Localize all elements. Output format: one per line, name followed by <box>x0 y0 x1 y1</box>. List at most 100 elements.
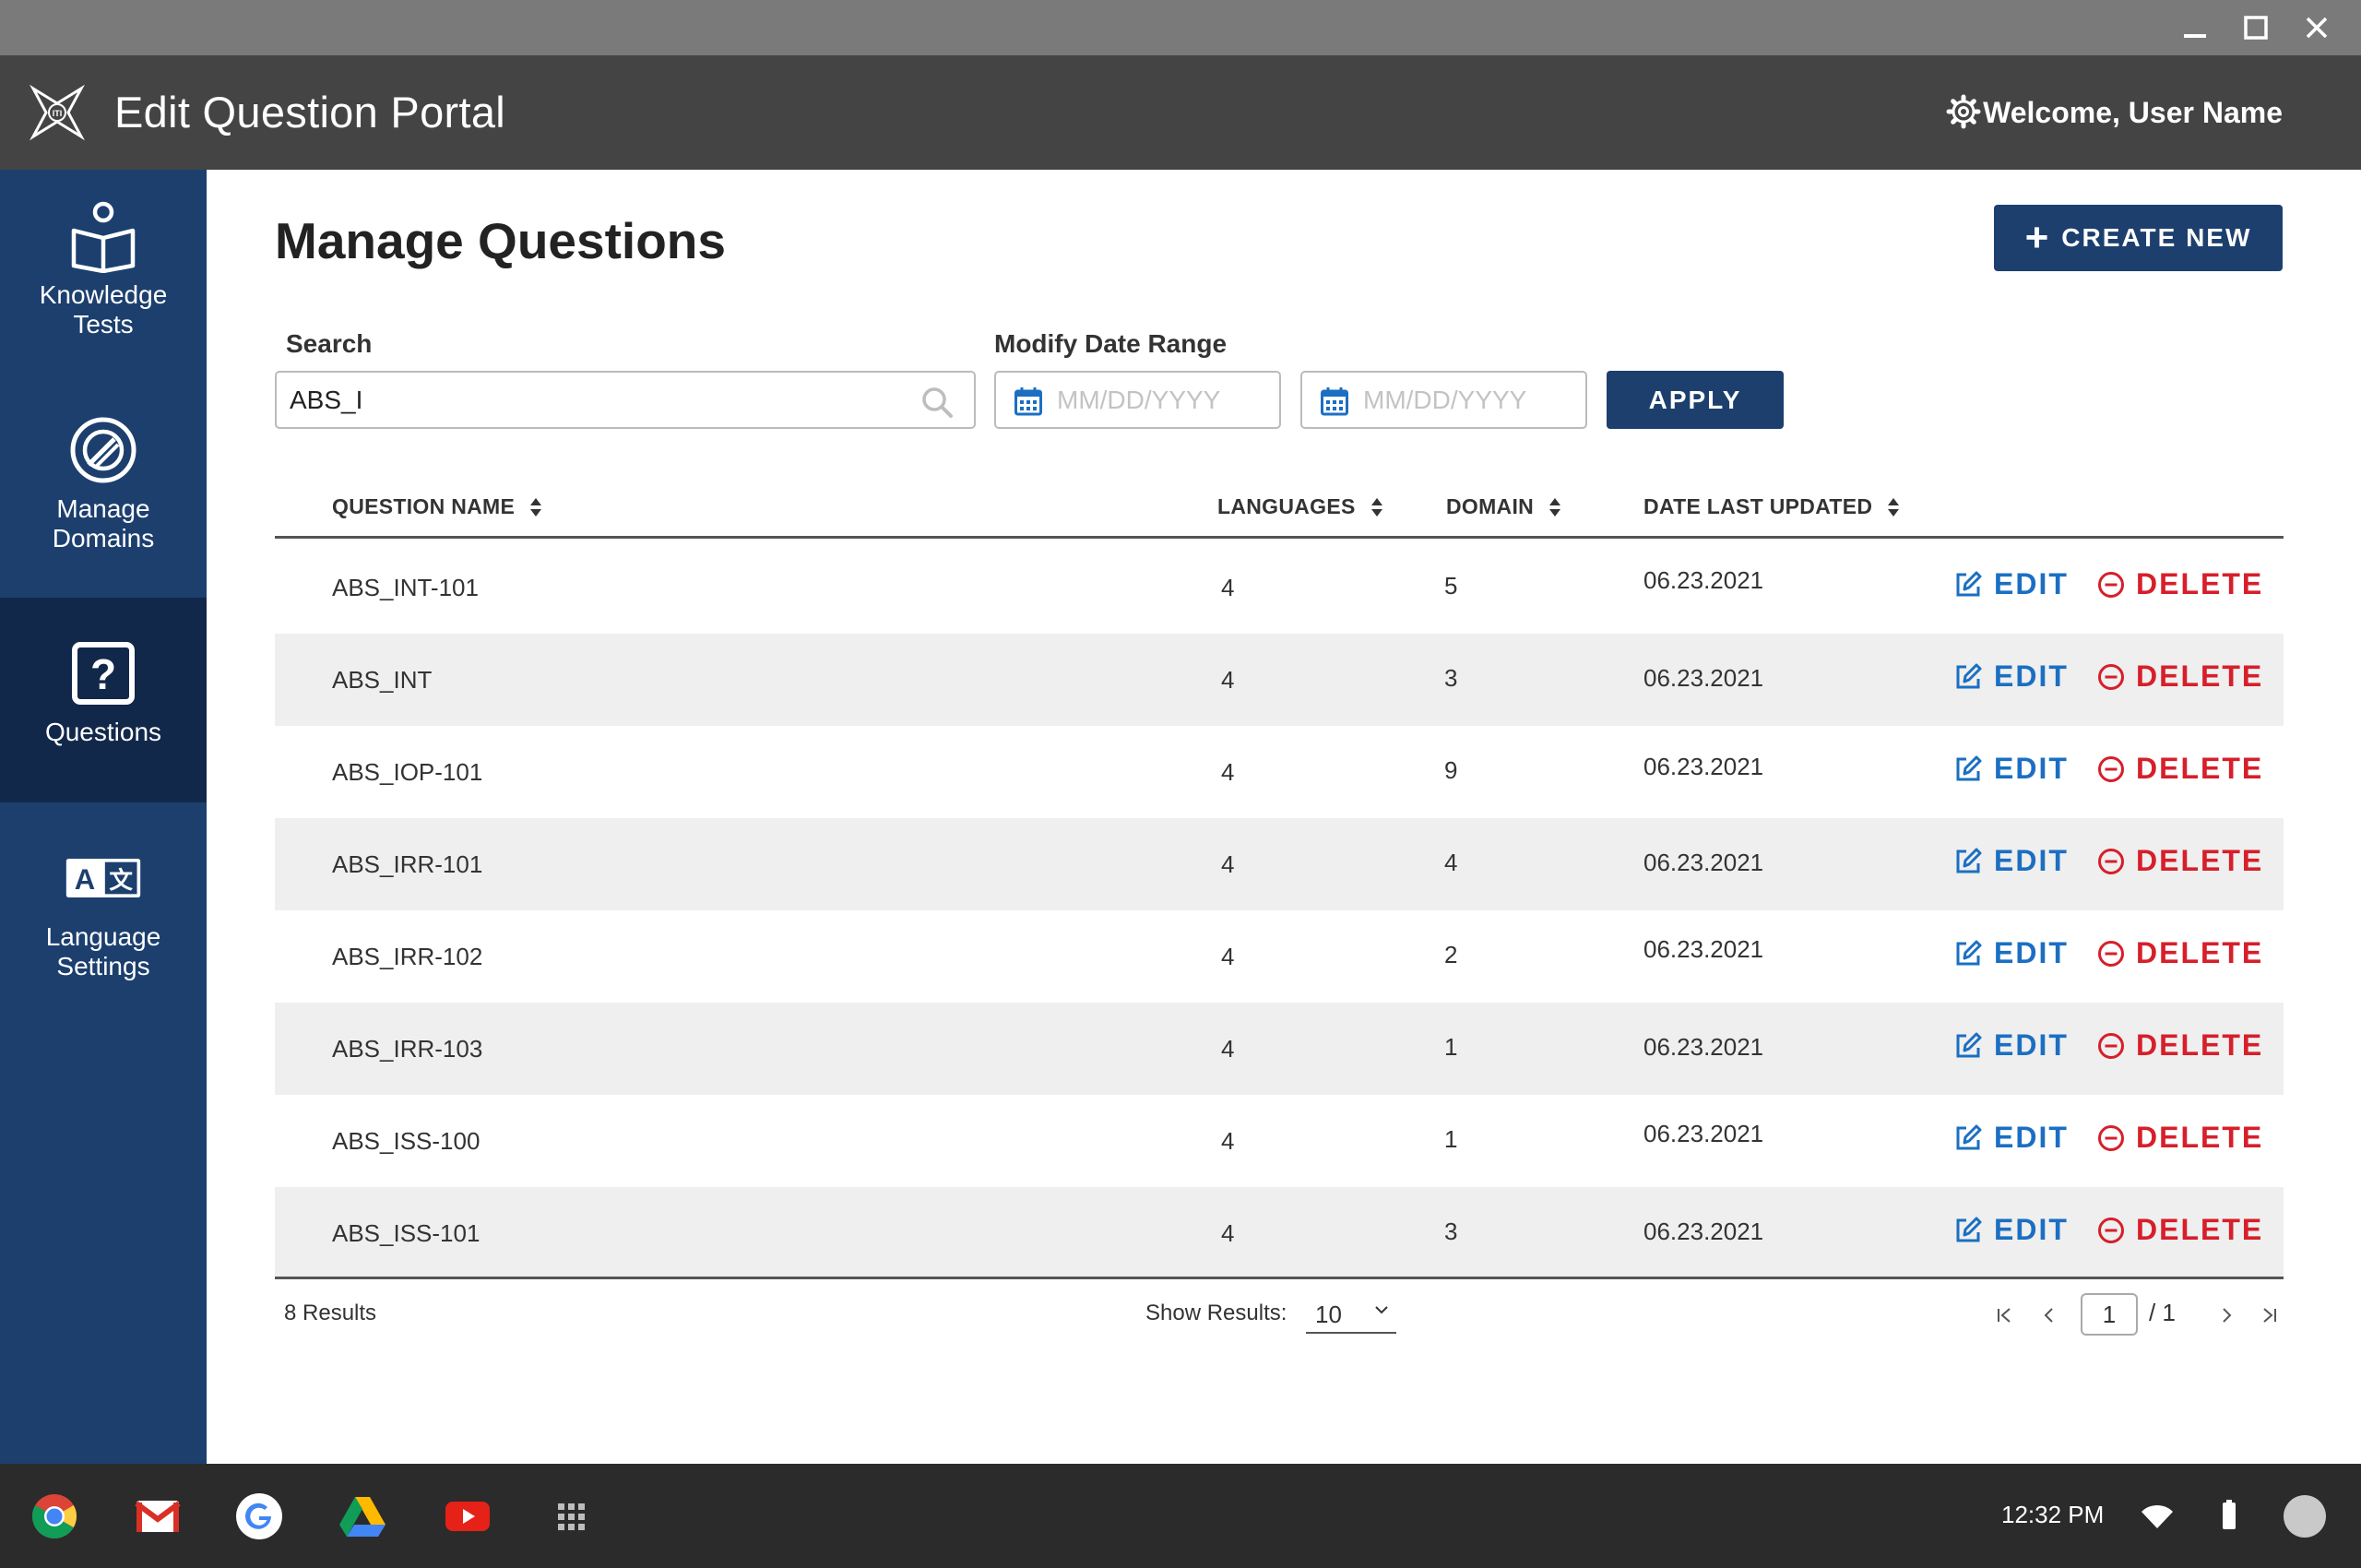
last-page-icon[interactable] <box>2256 1302 2282 1328</box>
edit-icon <box>1956 663 1982 688</box>
next-page-icon[interactable] <box>2213 1302 2239 1328</box>
question-name-cell: ABS_IRR-102 <box>332 943 483 970</box>
maximize-icon[interactable] <box>2237 9 2274 46</box>
edit-label: EDIT <box>1994 1028 2069 1062</box>
clock[interactable]: 12:32 PM <box>2001 1501 2104 1529</box>
edit-label: EDIT <box>1994 659 2069 693</box>
delete-button[interactable]: DELETE <box>2097 1121 2263 1155</box>
delete-button[interactable]: DELETE <box>2097 1028 2263 1063</box>
domain-cell: 1 <box>1444 1033 1458 1061</box>
os-taskbar: 12:32 PM <box>0 1464 2361 1568</box>
sidebar-item-label: Language Settings <box>45 922 161 980</box>
domain-cell: 4 <box>1444 849 1458 876</box>
create-new-button[interactable]: + CREATE NEW <box>1994 205 2283 271</box>
table-row: ABS_IRR-102 4 2 06.23.2021 EDIT DELETE <box>275 910 2284 1003</box>
edit-button[interactable]: EDIT <box>1953 936 2069 970</box>
minus-circle-icon <box>2098 1124 2124 1151</box>
search-icon[interactable] <box>920 386 954 419</box>
previous-page-icon[interactable] <box>2036 1302 2062 1328</box>
svg-text:文: 文 <box>109 867 133 895</box>
question-name-cell: ABS_ISS-100 <box>332 1127 481 1155</box>
column-header-languages[interactable]: LANGUAGES <box>1217 494 1383 519</box>
delete-label: DELETE <box>2136 844 2264 877</box>
page-title: Manage Questions <box>275 212 726 269</box>
show-results-select[interactable]: 10 <box>1306 1293 1396 1334</box>
search-field[interactable] <box>275 371 976 429</box>
date-cell: 06.23.2021 <box>1643 566 1764 594</box>
table-row: ABS_IRR-103 4 1 06.23.2021 EDIT DELETE <box>275 1003 2284 1095</box>
minus-circle-icon <box>2098 1032 2124 1059</box>
welcome-user[interactable]: Welcome, User Name <box>1983 92 2283 133</box>
question-box-icon: ? <box>65 635 142 712</box>
edit-button[interactable]: EDIT <box>1953 1121 2069 1155</box>
sort-icon[interactable] <box>1548 497 1561 517</box>
launcher-icon[interactable] <box>546 1491 596 1541</box>
domain-target-icon <box>65 411 142 489</box>
languages-cell: 4 <box>1221 943 1235 970</box>
delete-button[interactable]: DELETE <box>2097 1213 2263 1247</box>
battery-icon[interactable] <box>2221 1499 2237 1530</box>
delete-button[interactable]: DELETE <box>2097 752 2263 786</box>
column-header-domain[interactable]: DOMAIN <box>1446 494 1561 519</box>
calendar-icon[interactable] <box>1014 386 1042 416</box>
page-number-input[interactable]: 1 <box>2081 1293 2138 1336</box>
calendar-icon[interactable] <box>1321 386 1348 416</box>
sort-icon[interactable] <box>1887 497 1900 517</box>
wifi-icon[interactable] <box>2140 1503 2175 1530</box>
end-date-input[interactable] <box>1363 380 1566 421</box>
drive-icon[interactable] <box>338 1491 387 1541</box>
account-avatar[interactable] <box>2284 1495 2326 1538</box>
app-header: ITI Edit Question Portal Welcome, User N… <box>0 55 2361 170</box>
date-cell: 06.23.2021 <box>1643 753 1764 780</box>
edit-icon <box>1956 1124 1982 1149</box>
column-header-question-name[interactable]: QUESTION NAME <box>332 494 542 519</box>
edit-icon <box>1956 1032 1982 1057</box>
sort-icon[interactable] <box>1370 497 1383 517</box>
edit-button[interactable]: EDIT <box>1953 1213 2069 1247</box>
sidebar-item-knowledge-tests[interactable]: Knowledge Tests <box>0 197 207 373</box>
edit-button[interactable]: EDIT <box>1953 844 2069 878</box>
search-input[interactable] <box>290 380 898 421</box>
table-row: ABS_ISS-101 4 3 06.23.2021 EDIT DELETE <box>275 1187 2284 1279</box>
edit-label: EDIT <box>1994 936 2069 969</box>
apply-button[interactable]: APPLY <box>1607 371 1784 429</box>
edit-label: EDIT <box>1994 1121 2069 1154</box>
window-titlebar <box>0 0 2361 55</box>
show-results-label: Show Results: <box>1145 1301 1287 1325</box>
column-header-label: LANGUAGES <box>1217 494 1356 518</box>
delete-label: DELETE <box>2136 1121 2264 1154</box>
edit-label: EDIT <box>1994 567 2069 600</box>
question-name-cell: ABS_IRR-103 <box>332 1035 483 1063</box>
gmail-icon[interactable] <box>133 1491 183 1541</box>
edit-button[interactable]: EDIT <box>1953 1028 2069 1063</box>
delete-button[interactable]: DELETE <box>2097 936 2263 970</box>
column-header-date-last-updated[interactable]: DATE LAST UPDATED <box>1643 494 1900 519</box>
edit-button[interactable]: EDIT <box>1953 659 2069 694</box>
page-total: / 1 <box>2149 1299 2176 1326</box>
minimize-icon[interactable] <box>2177 9 2213 46</box>
delete-button[interactable]: DELETE <box>2097 567 2263 601</box>
minus-circle-icon <box>2098 848 2124 874</box>
edit-button[interactable]: EDIT <box>1953 752 2069 786</box>
iti-logo: ITI <box>30 84 85 141</box>
close-icon[interactable] <box>2298 9 2335 46</box>
sidebar-item-questions[interactable]: ? Questions <box>0 598 207 802</box>
end-date-field[interactable] <box>1300 371 1587 429</box>
google-icon[interactable] <box>234 1491 284 1541</box>
date-cell: 06.23.2021 <box>1643 1033 1764 1061</box>
domain-cell: 2 <box>1444 941 1458 968</box>
first-page-icon[interactable] <box>1992 1302 2018 1328</box>
start-date-input[interactable] <box>1057 380 1260 421</box>
sidebar-item-manage-domains[interactable]: Manage Domains <box>0 411 207 587</box>
chrome-icon[interactable] <box>30 1491 79 1541</box>
domain-cell: 5 <box>1444 572 1458 600</box>
start-date-field[interactable] <box>994 371 1281 429</box>
date-cell: 06.23.2021 <box>1643 935 1764 963</box>
delete-button[interactable]: DELETE <box>2097 844 2263 878</box>
sort-icon[interactable] <box>529 497 542 517</box>
gear-icon[interactable] <box>1946 94 1981 129</box>
edit-button[interactable]: EDIT <box>1953 567 2069 601</box>
sidebar-item-language-settings[interactable]: A 文 Language Settings <box>0 839 207 1024</box>
youtube-icon[interactable] <box>443 1491 492 1541</box>
delete-button[interactable]: DELETE <box>2097 659 2263 694</box>
